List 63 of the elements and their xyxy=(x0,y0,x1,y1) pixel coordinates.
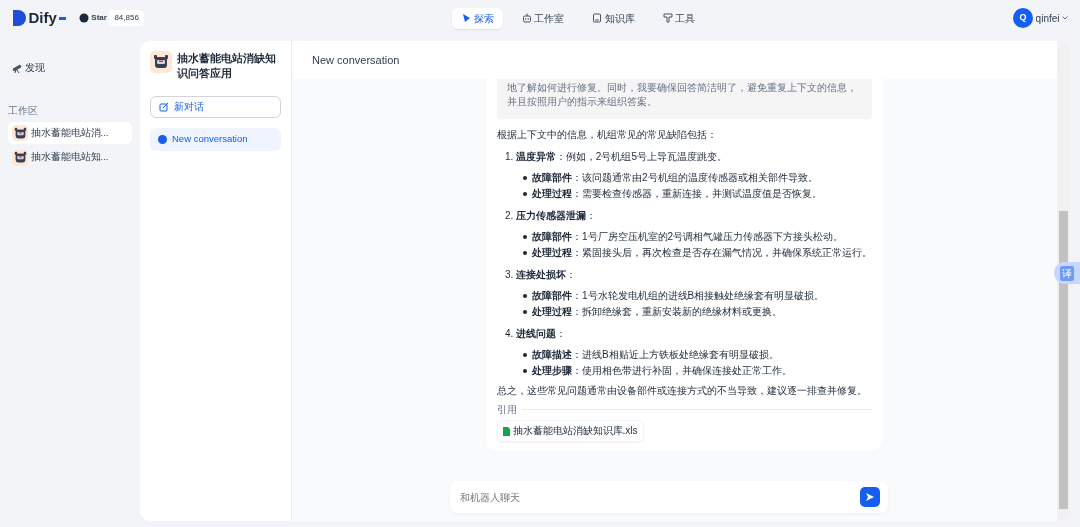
chevron-down-icon xyxy=(1062,16,1068,20)
list-text: 故障描述：进线B相贴近上方铁板处绝缘套有明显破损。 xyxy=(532,348,779,362)
section-label: 工作区 xyxy=(8,104,39,118)
citation-chip[interactable]: 抽水蓄能电站消缺知识库.xls xyxy=(497,420,644,442)
nav-tab[interactable]: 知识库 xyxy=(583,7,644,29)
sidebar-app-item[interactable]: 抽水蓄能电站消... xyxy=(8,122,132,144)
avatar: Q xyxy=(1013,8,1034,28)
list-heading: 温度异常：例如，2号机组5号上导瓦温度跳变。 xyxy=(515,150,727,164)
list-number: 1. xyxy=(505,150,514,164)
thought-text: 地了解如何进行修复。同时，我要确保回答简洁明了，避免重复上下文的信息，并且按照用户的指示来组织答案。 xyxy=(497,79,872,119)
list-text: 处理步骤：使用相色带进行补固，并确保连接处正常工作。 xyxy=(532,364,792,378)
send-button[interactable] xyxy=(860,487,880,507)
send-icon xyxy=(865,492,875,502)
chat-input[interactable]: 和机器人聊天 xyxy=(458,488,860,506)
new-chat-button[interactable]: 新对话 xyxy=(150,96,281,119)
chat-input-panel[interactable]: 和机器人聊天 xyxy=(450,481,888,513)
list-text: 处理过程：拆卸绝缘套，重新安装新的绝缘材料或更换。 xyxy=(532,305,782,319)
list-text: 故障部件：1号水轮发电机组的进线B相接触处绝缘套有明显破损。 xyxy=(532,289,825,303)
bullet-icon xyxy=(523,251,527,255)
robot-icon xyxy=(153,54,169,70)
robot-icon xyxy=(13,151,27,164)
bullet-icon xyxy=(523,310,527,314)
bullet-icon xyxy=(523,294,527,298)
list-heading: 连接处损坏： xyxy=(515,268,576,282)
github-star-button[interactable]: Star 84,856 xyxy=(78,10,144,26)
list-text: 处理过程：紧固接头后，再次检查是否存在漏气情况，并确保系统正常运行。 xyxy=(532,246,872,260)
bullet-icon xyxy=(523,192,527,196)
citation-label: 引用 xyxy=(497,402,517,417)
chat-bubble-icon xyxy=(158,134,167,144)
list-text: 处理过程：需要检查传感器，重新连接，并测试温度值是否恢复。 xyxy=(532,187,822,201)
nav-tab[interactable]: 工具 xyxy=(653,7,704,29)
edit-icon xyxy=(159,102,169,113)
bullet-icon xyxy=(523,235,527,239)
robot-icon xyxy=(13,126,27,140)
conversation-item[interactable]: New conversation xyxy=(150,128,281,151)
scrollbar[interactable] xyxy=(1057,41,1070,521)
list-heading: 压力传感器泄漏： xyxy=(515,209,596,223)
list-number: 4. xyxy=(505,327,514,341)
app-title: 抽水蓄能电站消缺知识问答应用 xyxy=(177,51,277,81)
list-heading: 进线问题： xyxy=(515,327,566,341)
brand-name: Dify xyxy=(28,7,57,28)
bullet-icon xyxy=(523,176,527,180)
robot-icon xyxy=(521,13,532,23)
chat-title: New conversation xyxy=(312,52,400,68)
list-text: 故障部件：1号厂房空压机室的2号调相气罐压力传感器下方接头松动。 xyxy=(532,230,844,244)
user-menu[interactable]: Q qinfei xyxy=(1013,8,1068,28)
logo-icon xyxy=(12,9,26,27)
bullet-icon xyxy=(523,353,527,357)
list-number: 2. xyxy=(505,209,514,223)
discover-link[interactable]: 发现 xyxy=(8,54,132,81)
list-text: 故障部件：该问题通常由2号机组的温度传感器或相关部件导致。 xyxy=(532,171,818,185)
tool-icon xyxy=(662,13,673,23)
nav-tab[interactable]: 探索 xyxy=(452,7,503,29)
telescope-icon xyxy=(12,62,22,73)
sidebar-app-item[interactable]: 抽水蓄能电站知... xyxy=(8,146,132,169)
book-icon xyxy=(592,13,602,23)
bullet-icon xyxy=(523,369,527,373)
star-count: 84,856 xyxy=(109,10,144,26)
nav-tab[interactable]: 工作室 xyxy=(512,7,573,29)
message-text: 总之，这些常见问题通常由设备部件或连接方式的不当导致，建议逐一排查并修复。 xyxy=(497,384,868,398)
message-text: 根据上下文中的信息，机组常见的常见缺陷包括： xyxy=(497,128,718,142)
spreadsheet-icon xyxy=(503,426,510,436)
list-number: 3. xyxy=(505,268,514,282)
